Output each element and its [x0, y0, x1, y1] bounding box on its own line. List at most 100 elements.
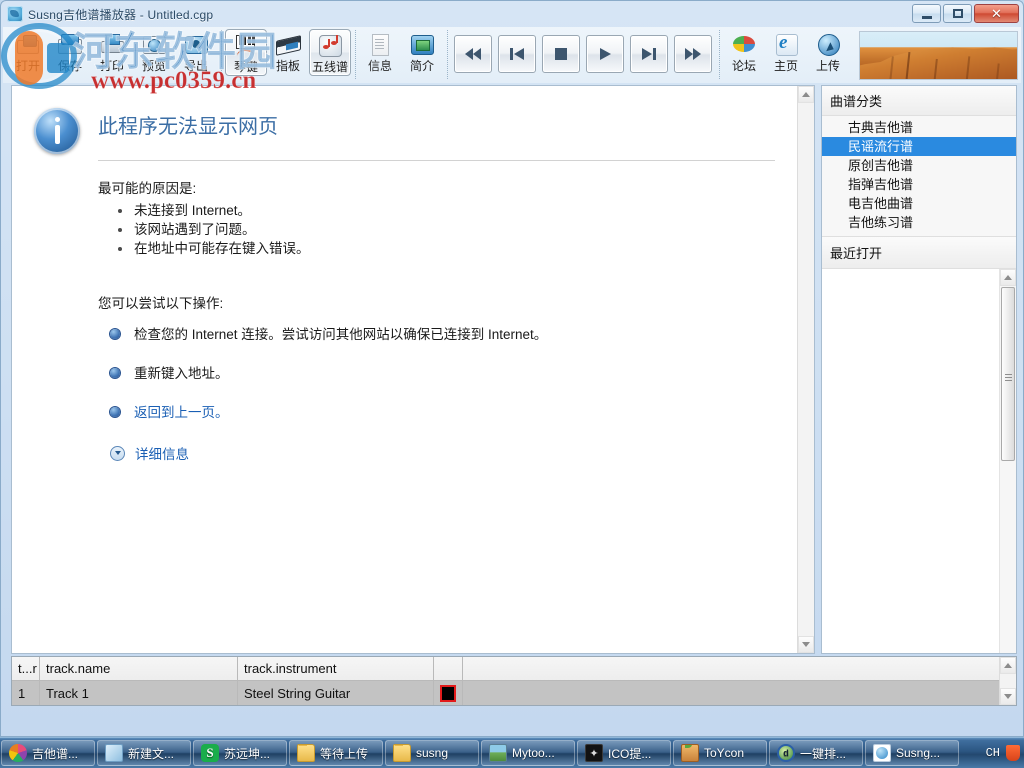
app-icon	[7, 6, 23, 22]
list-item: 重新键入地址。	[110, 365, 775, 383]
taskbar-item-mytoolbar[interactable]: Mytoo...	[481, 740, 575, 766]
fretboard-label: 指板	[276, 58, 300, 74]
sidebar-item-folk-pop[interactable]: 民谣流行谱	[822, 137, 1016, 156]
susng-app-icon	[873, 744, 891, 762]
taskbar-label: Susng...	[896, 746, 940, 760]
print-label: 打印	[100, 58, 124, 74]
pin-icon[interactable]	[1006, 745, 1020, 761]
list-item: 未连接到 Internet。	[118, 201, 775, 220]
recent-scroll-up-button[interactable]	[1000, 269, 1016, 286]
window-controls: ✕	[912, 4, 1019, 23]
go-back-link[interactable]: 返回到上一页。	[134, 405, 229, 420]
recent-list[interactable]	[822, 269, 999, 653]
column-header-extra[interactable]	[463, 657, 999, 681]
sidebar-item-electric[interactable]: 电吉他曲谱	[822, 194, 1016, 213]
chevron-down-circle-icon	[110, 446, 125, 461]
taskbar-item-guitar-score[interactable]: 吉他谱...	[1, 740, 95, 766]
forum-icon	[731, 31, 757, 57]
track-scroll-up-button[interactable]	[1000, 657, 1016, 674]
divider	[98, 160, 775, 161]
open-label: 打开	[16, 58, 40, 74]
details-toggle[interactable]: 详细信息	[110, 443, 775, 463]
track-table-scrollbar[interactable]	[999, 657, 1016, 705]
info-toolbar-group: 信息 简介	[355, 27, 447, 83]
stop-button[interactable]	[542, 35, 580, 73]
last-track-button[interactable]	[674, 35, 712, 73]
recent-panel	[822, 269, 1016, 653]
taskbar-item-susng-app[interactable]: Susng...	[865, 740, 959, 766]
taskbar-item-pending-upload[interactable]: 等待上传	[289, 740, 383, 766]
step-forward-icon	[640, 47, 658, 61]
list-item: 返回到上一页。	[110, 404, 775, 422]
scroll-down-button[interactable]	[798, 636, 814, 653]
minimize-button[interactable]	[912, 4, 941, 23]
cell-instrument: Steel String Guitar	[238, 681, 434, 705]
recent-scrollbar[interactable]	[999, 269, 1016, 653]
notepad-icon	[105, 744, 123, 762]
track-scroll-down-button[interactable]	[1000, 688, 1016, 705]
track-color-swatch[interactable]	[440, 685, 456, 702]
homepage-button[interactable]: 主页	[765, 29, 807, 74]
folder-icon	[297, 744, 315, 762]
list-item: 检查您的 Internet 连接。尝试访问其他网站以确保已连接到 Interne…	[110, 326, 775, 344]
column-header-number[interactable]: t...r	[12, 657, 40, 681]
taskbar-item-ico-tool[interactable]: ✦ ICO提...	[577, 740, 671, 766]
first-track-button[interactable]	[454, 35, 492, 73]
taskbar-item-duopin[interactable]: d 一键排...	[769, 740, 863, 766]
export-button[interactable]: 导出	[175, 29, 217, 74]
piano-keys-button[interactable]: 琴键	[225, 29, 267, 76]
upload-button[interactable]: 上传	[807, 29, 849, 74]
category-list: 古典吉他谱 民谣流行谱 原创吉他谱 指弹吉他谱 电吉他曲谱 吉他练习谱	[822, 116, 1016, 236]
print-button[interactable]: 打印	[91, 29, 133, 74]
column-header-instrument[interactable]: track.instrument	[238, 657, 434, 681]
cell-color[interactable]	[434, 681, 463, 705]
skip-end-icon	[684, 47, 702, 61]
info-button[interactable]: 信息	[359, 29, 401, 74]
window-title: Susng吉他谱播放器 - Untitled.cgp	[28, 6, 213, 23]
web-toolbar-group: 论坛 主页 上传	[719, 27, 853, 83]
sidebar-item-classical[interactable]: 古典吉他谱	[822, 118, 1016, 137]
previous-button[interactable]	[498, 35, 536, 73]
table-row[interactable]: 1 Track 1 Steel String Guitar	[12, 681, 999, 705]
fretboard-button[interactable]: 指板	[267, 29, 309, 74]
fretboard-icon	[275, 31, 301, 57]
ico-tool-icon: ✦	[585, 744, 603, 762]
details-link[interactable]: 详细信息	[135, 443, 189, 463]
actions-list: 检查您的 Internet 连接。尝试访问其他网站以确保已连接到 Interne…	[110, 326, 775, 422]
sidebar-item-fingerstyle[interactable]: 指弹吉他谱	[822, 175, 1016, 194]
canyon-mesa-banner[interactable]	[859, 31, 1018, 80]
scroll-up-button[interactable]	[798, 86, 814, 103]
ime-indicator[interactable]: CH	[986, 746, 1000, 760]
play-button[interactable]	[586, 35, 624, 73]
screen: Susng吉他谱播放器 - Untitled.cgp ✕ 打开 保存	[0, 0, 1024, 768]
staff-notation-button[interactable]: 五线谱	[309, 29, 351, 76]
web-view-scrollbar[interactable]	[797, 86, 814, 653]
recent-scroll-thumb[interactable]	[1001, 287, 1015, 461]
staff-notation-label: 五线谱	[312, 59, 348, 75]
sidebar-item-practice[interactable]: 吉他练习谱	[822, 213, 1016, 232]
close-button[interactable]: ✕	[974, 4, 1019, 23]
system-tray: CH	[986, 745, 1024, 761]
next-button[interactable]	[630, 35, 668, 73]
save-button[interactable]: 保存	[49, 29, 91, 74]
taskbar-item-sogou[interactable]: S 苏远坤...	[193, 740, 287, 766]
column-header-color[interactable]	[434, 657, 463, 681]
list-item: 该网站遇到了问题。	[118, 220, 775, 239]
column-header-name[interactable]: track.name	[40, 657, 238, 681]
taskbar-item-toycon[interactable]: ToYcon	[673, 740, 767, 766]
info-label: 信息	[368, 58, 392, 74]
open-button[interactable]: 打开	[7, 29, 49, 74]
about-button[interactable]: 简介	[401, 29, 443, 74]
forum-button[interactable]: 论坛	[723, 29, 765, 74]
sidebar-item-original[interactable]: 原创吉他谱	[822, 156, 1016, 175]
taskbar-item-susng-folder[interactable]: susng	[385, 740, 479, 766]
causes-list: 未连接到 Internet。 该网站遇到了问题。 在地址中可能存在键入错误。	[118, 201, 775, 258]
right-sidebar: 曲谱分类 古典吉他谱 民谣流行谱 原创吉他谱 指弹吉他谱 电吉他曲谱 吉他练习谱…	[821, 85, 1017, 654]
maximize-button[interactable]	[943, 4, 972, 23]
view-toolbar-group: 琴键 指板 五线谱	[221, 27, 355, 83]
folder-icon	[393, 744, 411, 762]
taskbar-item-notepad[interactable]: 新建文...	[97, 740, 191, 766]
forum-label: 论坛	[732, 58, 756, 74]
preview-button[interactable]: 预览	[133, 29, 175, 74]
main-toolbar: 打开 保存 打印 预览 导出	[3, 27, 1021, 83]
